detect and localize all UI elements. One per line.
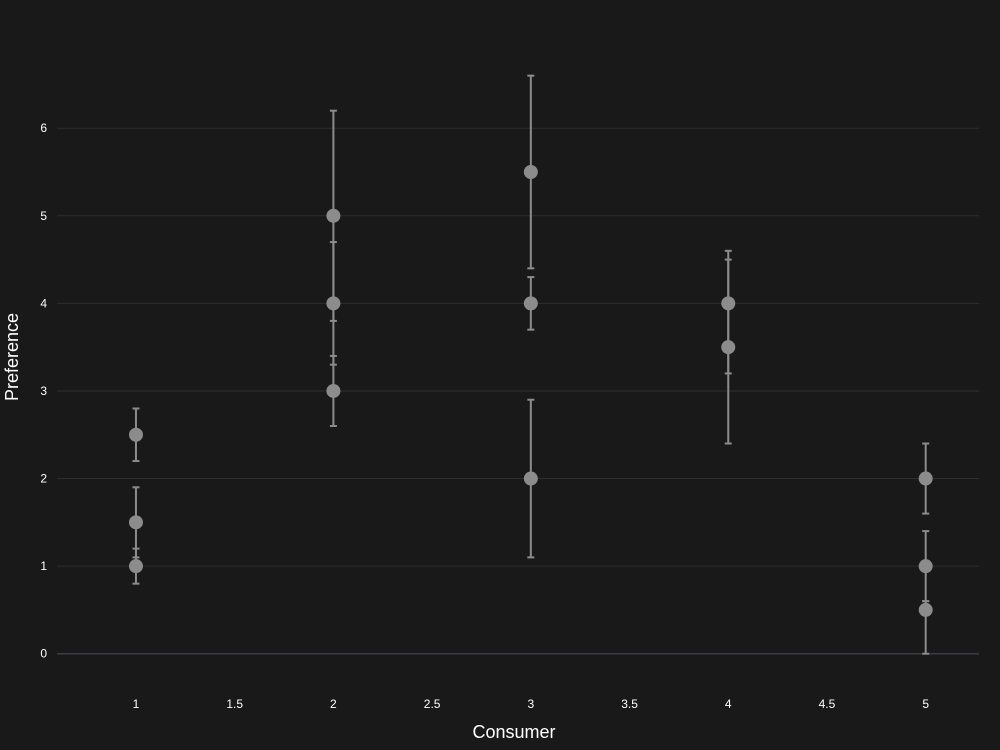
data-point xyxy=(918,471,933,486)
x-tick-label: 3.5 xyxy=(621,697,638,711)
chart-background xyxy=(0,0,1000,750)
chart: 1 1.5 2 2.5 3 3.5 4 4.5 5 0 1 2 3 4 5 6 Consumer Prefe… xyxy=(0,0,1000,750)
x-tick-label: 2.5 xyxy=(424,697,441,711)
data-point xyxy=(128,515,143,530)
y-tick-label: 0 xyxy=(40,647,47,661)
data-point xyxy=(523,471,538,486)
data-point xyxy=(721,340,736,355)
data-point xyxy=(128,427,143,442)
y-tick-label: 3 xyxy=(40,384,47,398)
data-point xyxy=(326,296,341,311)
data-point xyxy=(326,383,341,398)
x-axis-title: Consumer xyxy=(472,722,555,742)
x-tick-label: 4 xyxy=(725,697,732,711)
x-tick-label: 4.5 xyxy=(819,697,836,711)
x-tick-label: 2 xyxy=(330,697,337,711)
x-tick-label: 5 xyxy=(922,697,929,711)
data-point xyxy=(326,208,341,223)
x-tick-label: 3 xyxy=(527,697,534,711)
y-tick-label: 1 xyxy=(40,559,47,573)
y-tick-label: 2 xyxy=(40,472,47,486)
y-tick-label: 4 xyxy=(40,296,47,310)
y-tick-label: 5 xyxy=(40,209,47,223)
x-tick-label: 1 xyxy=(133,697,140,711)
y-tick-label: 6 xyxy=(40,121,47,135)
data-point xyxy=(721,296,736,311)
data-point xyxy=(523,296,538,311)
data-point xyxy=(523,165,538,179)
data-point xyxy=(128,559,143,574)
data-point xyxy=(918,602,933,617)
y-axis-title: Preference xyxy=(2,313,22,401)
x-tick-label: 1.5 xyxy=(226,697,243,711)
data-point xyxy=(918,559,933,574)
